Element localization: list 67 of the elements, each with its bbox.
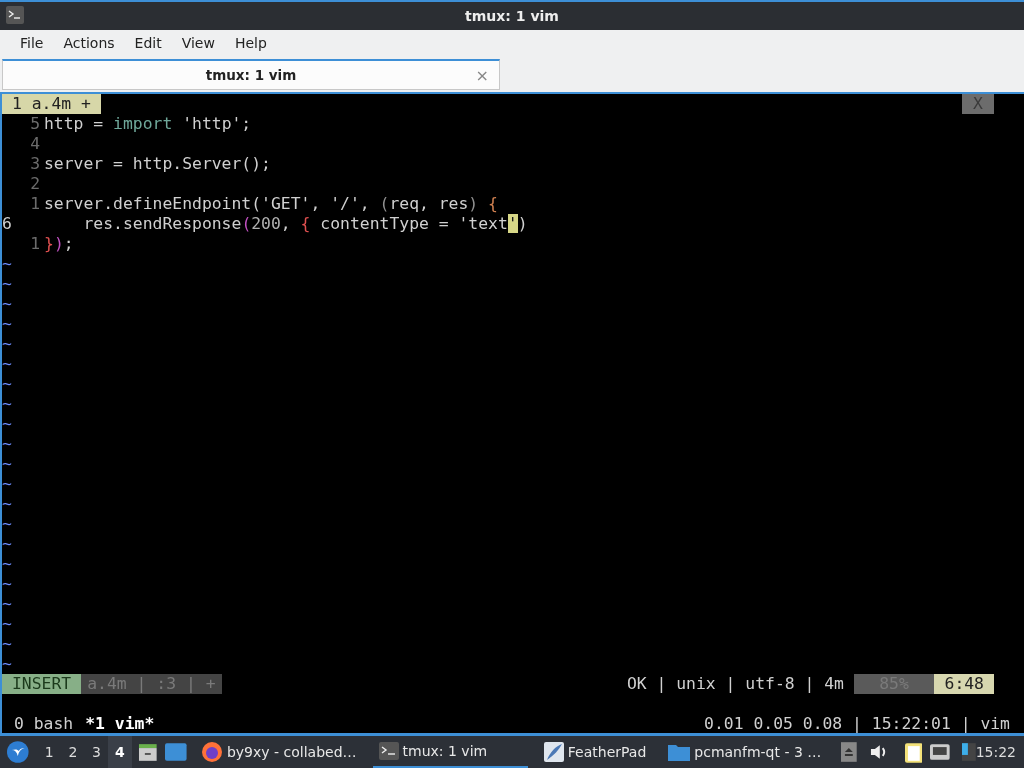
line-number: 4	[29, 134, 41, 154]
empty-line-marker: ~	[2, 614, 12, 634]
menu-item[interactable]: Edit	[124, 30, 172, 57]
taskbar-task[interactable]: pcmanfm-qt - 3 …	[662, 736, 828, 768]
menu-item[interactable]: File	[10, 30, 54, 57]
empty-line-marker: ~	[2, 494, 12, 514]
code-line: server.defineEndpoint('GET', '/', (req, res) {	[43, 194, 498, 214]
empty-line-marker: ~	[2, 314, 12, 334]
notification-icon[interactable]	[961, 743, 976, 761]
empty-line-marker: ~	[2, 514, 12, 534]
line-number: 6	[2, 214, 13, 234]
line-number: 1	[29, 234, 41, 254]
empty-line-marker: ~	[2, 254, 12, 274]
window-title: tmux: 1 vim	[465, 6, 559, 26]
empty-line-marker: ~	[2, 354, 12, 374]
line-number: 5	[29, 114, 41, 134]
empty-line-marker: ~	[2, 454, 12, 474]
close-button[interactable]: ×	[475, 64, 489, 88]
empty-line-marker: ~	[2, 294, 12, 314]
eject-icon[interactable]	[841, 742, 857, 762]
desktop-switch[interactable]: 3	[84, 736, 109, 768]
line-number: 2	[29, 174, 41, 194]
cursor-position: 6:48	[934, 674, 994, 694]
tmux-window[interactable]: 0 bash	[2, 714, 74, 734]
desktop-switch[interactable]: 1	[37, 736, 62, 768]
taskbar-task[interactable]: FeatherPad	[537, 736, 653, 768]
browser-icon	[200, 741, 223, 763]
taskbar-task[interactable]: by9xy - collabed…	[194, 736, 363, 768]
mode-indicator: INSERT	[2, 674, 82, 694]
terminal-icon[interactable]	[6, 6, 24, 24]
empty-line-marker: ~	[2, 574, 12, 594]
empty-line-marker: ~	[2, 474, 12, 494]
code-line: });	[43, 234, 74, 254]
empty-line-marker: ~	[2, 634, 12, 654]
folder-icon	[668, 743, 691, 761]
line-number: 1	[29, 194, 41, 214]
clock: 15:22	[975, 742, 1017, 762]
empty-line-marker: ~	[2, 434, 12, 454]
terminal-icon	[378, 742, 399, 760]
line-number: 3	[29, 154, 41, 174]
empty-line-marker: ~	[2, 374, 12, 394]
clipboard-icon[interactable]	[904, 741, 923, 763]
code-line: res.sendResponse(200, { contentType = 'text')	[82, 214, 528, 234]
tmux-window-tab[interactable]: 1 a.4m +	[2, 94, 101, 114]
tmux-window[interactable]: *1 vim*	[73, 714, 155, 734]
file-cabinet-icon[interactable]	[137, 742, 158, 762]
code-line: http = import 'http';	[43, 114, 252, 134]
system-status: 0.01 0.05 0.08 | 15:22:01 | vim	[704, 714, 1010, 734]
menu-item[interactable]: View	[171, 30, 225, 57]
terminal-tab[interactable]: tmux: 1 vim ×	[2, 59, 500, 90]
file-format-info: OK | unix | utf-8 | 4m	[626, 674, 845, 694]
empty-line-marker: ~	[2, 654, 12, 674]
desktop-switch[interactable]: 4	[108, 736, 132, 768]
network-icon[interactable]	[930, 744, 950, 760]
desktop-switch[interactable]: 2	[61, 736, 85, 768]
menu-item[interactable]: Help	[224, 30, 277, 57]
empty-line-marker: ~	[2, 414, 12, 434]
empty-line-marker: ~	[2, 274, 12, 294]
empty-line-marker: ~	[2, 594, 12, 614]
feather-icon	[543, 742, 564, 762]
empty-line-marker: ~	[2, 534, 12, 554]
empty-line-marker: ~	[2, 334, 12, 354]
empty-line-marker: ~	[2, 554, 12, 574]
start-menu-icon[interactable]	[6, 740, 30, 764]
menu-item[interactable]: Actions	[53, 30, 125, 57]
code-line: server = http.Server();	[43, 154, 271, 174]
empty-line-marker: ~	[2, 394, 12, 414]
